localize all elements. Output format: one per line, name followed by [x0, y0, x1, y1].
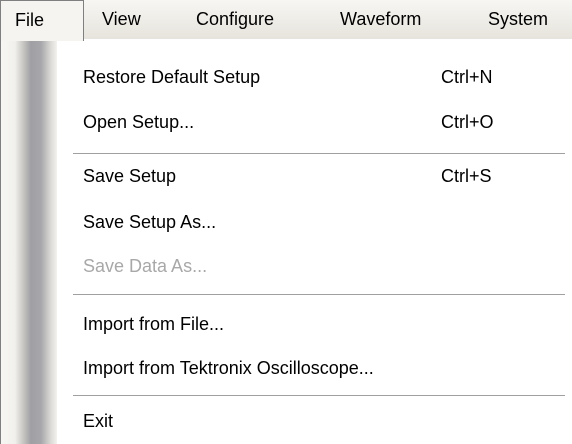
- menu-item-save-setup-as[interactable]: Save Setup As...: [83, 202, 216, 242]
- shortcut-open-setup: Ctrl+O: [441, 112, 494, 132]
- shortcut-save-setup: Ctrl+S: [441, 166, 492, 186]
- menu-item-save-data-as: Save Data As...: [83, 256, 208, 276]
- file-menu-dropdown: Restore Default Setup Ctrl+N Open Setup.…: [0, 39, 572, 444]
- menu-item-open-setup[interactable]: Open Setup...: [83, 102, 194, 142]
- menu-separator: [73, 153, 565, 155]
- menu-item-import-from-tektronix-oscilloscope[interactable]: Import from Tektronix Oscilloscope...: [83, 348, 374, 388]
- shortcut-restore-default-setup: Ctrl+N: [441, 67, 493, 87]
- menu-waveform[interactable]: Waveform: [340, 0, 421, 39]
- menu-gutter: [1, 39, 57, 444]
- menu-file[interactable]: File: [0, 0, 84, 41]
- menu-item-exit[interactable]: Exit: [83, 401, 113, 441]
- menu-configure[interactable]: Configure: [196, 0, 274, 39]
- menu-system[interactable]: System: [488, 0, 548, 39]
- menu-item-save-setup[interactable]: Save Setup: [83, 156, 176, 196]
- menu-separator: [73, 294, 565, 296]
- menu-item-import-from-file[interactable]: Import from File...: [83, 304, 224, 344]
- menu-bar: File View Configure Waveform System: [0, 0, 572, 41]
- menu-view[interactable]: View: [102, 0, 141, 39]
- menu-item-restore-default-setup[interactable]: Restore Default Setup: [83, 57, 260, 97]
- menu-separator: [73, 395, 565, 397]
